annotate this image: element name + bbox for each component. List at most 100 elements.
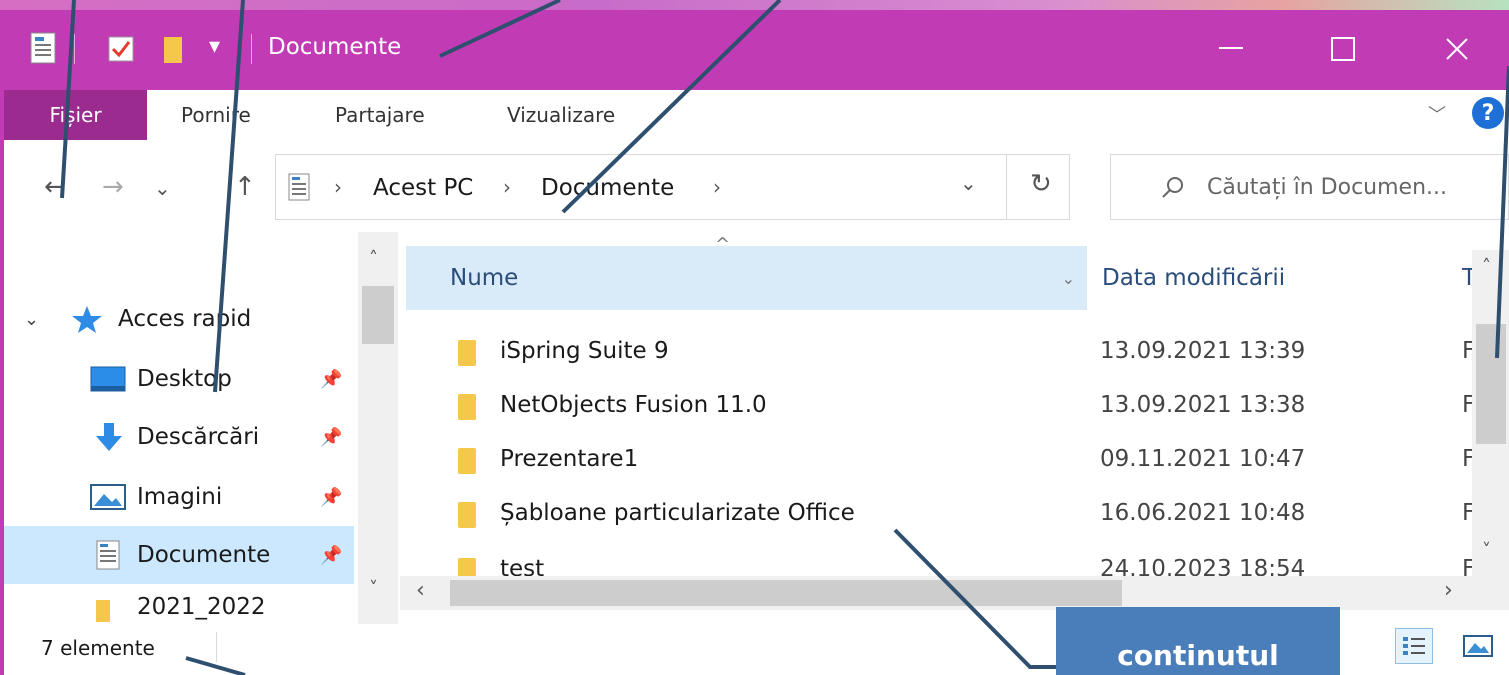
sidebar-item-label: Desktop (137, 366, 232, 392)
breadcrumb-chevron-icon[interactable]: › (503, 175, 511, 199)
recent-locations-icon[interactable]: ⌄ (154, 176, 171, 200)
pin-icon[interactable]: 📌 (320, 427, 342, 448)
status-divider (216, 632, 217, 662)
sidebar-item-documents[interactable]: Documente 📌 (4, 526, 354, 584)
scroll-up-icon[interactable]: ˄ (1482, 256, 1491, 277)
documents-location-icon (288, 173, 310, 205)
breadcrumb-this-pc[interactable]: Acest PC (373, 175, 473, 201)
sidebar-item-label: Descărcări (137, 424, 260, 450)
large-icons-view-button[interactable] (1459, 628, 1497, 664)
quick-access-label: Acces rapid (118, 306, 252, 332)
scroll-down-icon[interactable]: ˅ (1482, 540, 1491, 561)
file-name: NetObjects Fusion 11.0 (500, 392, 767, 418)
file-date: 09.11.2021 10:47 (1100, 446, 1306, 472)
file-date: 13.09.2021 13:38 (1100, 392, 1306, 418)
folder-icon (96, 600, 110, 622)
file-name: Șabloane particularizate Office (500, 500, 855, 526)
address-bar[interactable]: › Acest PC › Documente › ⌄ ↻ (275, 154, 1070, 220)
scroll-down-icon[interactable]: ˅ (369, 578, 378, 599)
file-type: F (1462, 500, 1472, 526)
column-header-date[interactable]: Data modificării (1087, 246, 1472, 310)
breadcrumb-chevron-icon[interactable]: › (713, 175, 721, 199)
nav-pane-scrollbar[interactable]: ˄ ˅ (358, 232, 398, 624)
column-header-label: Data modificării (1102, 265, 1286, 291)
desktop-backdrop (0, 0, 1509, 10)
pin-icon[interactable]: 📌 (320, 369, 342, 390)
qat-separator (251, 34, 252, 64)
scroll-left-icon[interactable]: ‹ (416, 578, 425, 603)
column-header-type[interactable]: T (1462, 246, 1472, 310)
folder-icon (458, 340, 476, 366)
up-arrow-icon[interactable]: ↑ (234, 172, 256, 202)
file-type: F (1462, 338, 1472, 364)
ribbon-expand-icon[interactable]: ﹀ (1428, 94, 1446, 134)
download-arrow-icon (94, 422, 124, 458)
column-header-label: Nume (450, 265, 519, 291)
details-view-button[interactable] (1395, 628, 1433, 664)
file-name: Prezentare1 (500, 446, 639, 472)
quick-access-star-icon (70, 304, 104, 340)
scroll-right-icon[interactable]: › (1444, 578, 1453, 603)
scroll-up-icon[interactable]: ˄ (369, 248, 378, 269)
scrollbar-thumb[interactable] (450, 580, 1122, 606)
tab-file[interactable]: Fișier (4, 90, 147, 140)
search-box[interactable]: Căutați în Documen... (1110, 154, 1509, 220)
column-filter-chevron-icon[interactable]: ⌄ (1062, 269, 1075, 288)
pin-icon[interactable]: 📌 (320, 545, 342, 566)
address-divider (1006, 155, 1007, 219)
breadcrumb-documents[interactable]: Documente (541, 175, 674, 201)
help-button[interactable]: ? (1472, 97, 1504, 129)
details-view-icon (1403, 637, 1425, 655)
title-bar[interactable]: ▾ Documente (4, 10, 1509, 90)
table-row[interactable]: Prezentare1 09.11.2021 10:47 F (400, 434, 1472, 488)
sidebar-item-2021-2022[interactable]: 2021_2022 (4, 588, 354, 624)
back-arrow-icon[interactable]: ← (44, 172, 66, 202)
address-history-icon[interactable]: ⌄ (960, 171, 977, 195)
navigation-bar: ← → ⌄ ↑ › Acest PC › Documente › ⌄ ↻ Cău… (4, 140, 1509, 232)
minimize-icon (1219, 47, 1243, 49)
search-input[interactable]: Căutați în Documen... (1207, 175, 1447, 200)
sidebar-item-downloads[interactable]: Descărcări 📌 (4, 408, 354, 466)
column-header-name[interactable]: Nume ⌄ (406, 246, 1087, 310)
scrollbar-thumb[interactable] (362, 286, 394, 344)
new-folder-icon[interactable] (162, 36, 184, 68)
refresh-icon[interactable]: ↻ (1030, 169, 1052, 199)
scrollbar-thumb[interactable] (1476, 324, 1506, 444)
close-icon (1446, 38, 1468, 60)
expand-chevron-icon[interactable]: ⌄ (24, 309, 39, 330)
window-title: Documente (268, 34, 402, 60)
table-row[interactable]: iSpring Suite 9 13.09.2021 13:39 F (400, 326, 1472, 380)
annotation-callout: continutul (1056, 607, 1340, 675)
documents-icon (96, 540, 120, 576)
sidebar-item-label: Documente (137, 542, 271, 568)
file-date: 16.06.2021 10:48 (1100, 500, 1306, 526)
breadcrumb-chevron-icon[interactable]: › (334, 175, 342, 199)
sidebar-item-desktop[interactable]: Desktop 📌 (4, 350, 354, 408)
horizontal-scrollbar[interactable]: ‹ › (400, 576, 1472, 610)
properties-check-icon[interactable] (108, 36, 134, 66)
minimize-button[interactable] (1196, 24, 1266, 74)
folder-icon (458, 394, 476, 420)
file-list-scrollbar[interactable]: ˄ ˅ (1472, 250, 1509, 610)
tab-home[interactable]: Pornire (181, 90, 251, 140)
folder-icon (458, 448, 476, 474)
file-name: iSpring Suite 9 (500, 338, 669, 364)
qat-separator (74, 34, 75, 64)
qat-customize-icon[interactable]: ▾ (209, 34, 220, 59)
sidebar-item-pictures[interactable]: Imagini 📌 (4, 468, 354, 526)
column-header-label: T (1462, 265, 1472, 291)
pin-icon[interactable]: 📌 (320, 487, 342, 508)
table-row[interactable]: Șabloane particularizate Office 16.06.20… (400, 488, 1472, 542)
table-row[interactable]: NetObjects Fusion 11.0 13.09.2021 13:38 … (400, 380, 1472, 434)
tab-share[interactable]: Partajare (335, 90, 425, 140)
sidebar-item-label: Imagini (137, 484, 223, 510)
tab-view[interactable]: Vizualizare (507, 90, 615, 140)
ribbon: Fișier Pornire Partajare Vizualizare ﹀ ? (4, 90, 1509, 140)
pictures-icon (90, 484, 126, 516)
maximize-button[interactable] (1308, 24, 1378, 74)
close-button[interactable] (1422, 24, 1492, 74)
quick-access-node[interactable]: ⌄ Acces rapid (4, 290, 354, 348)
forward-arrow-icon[interactable]: → (102, 172, 124, 202)
file-type: F (1462, 446, 1472, 472)
file-date: 13.09.2021 13:39 (1100, 338, 1306, 364)
